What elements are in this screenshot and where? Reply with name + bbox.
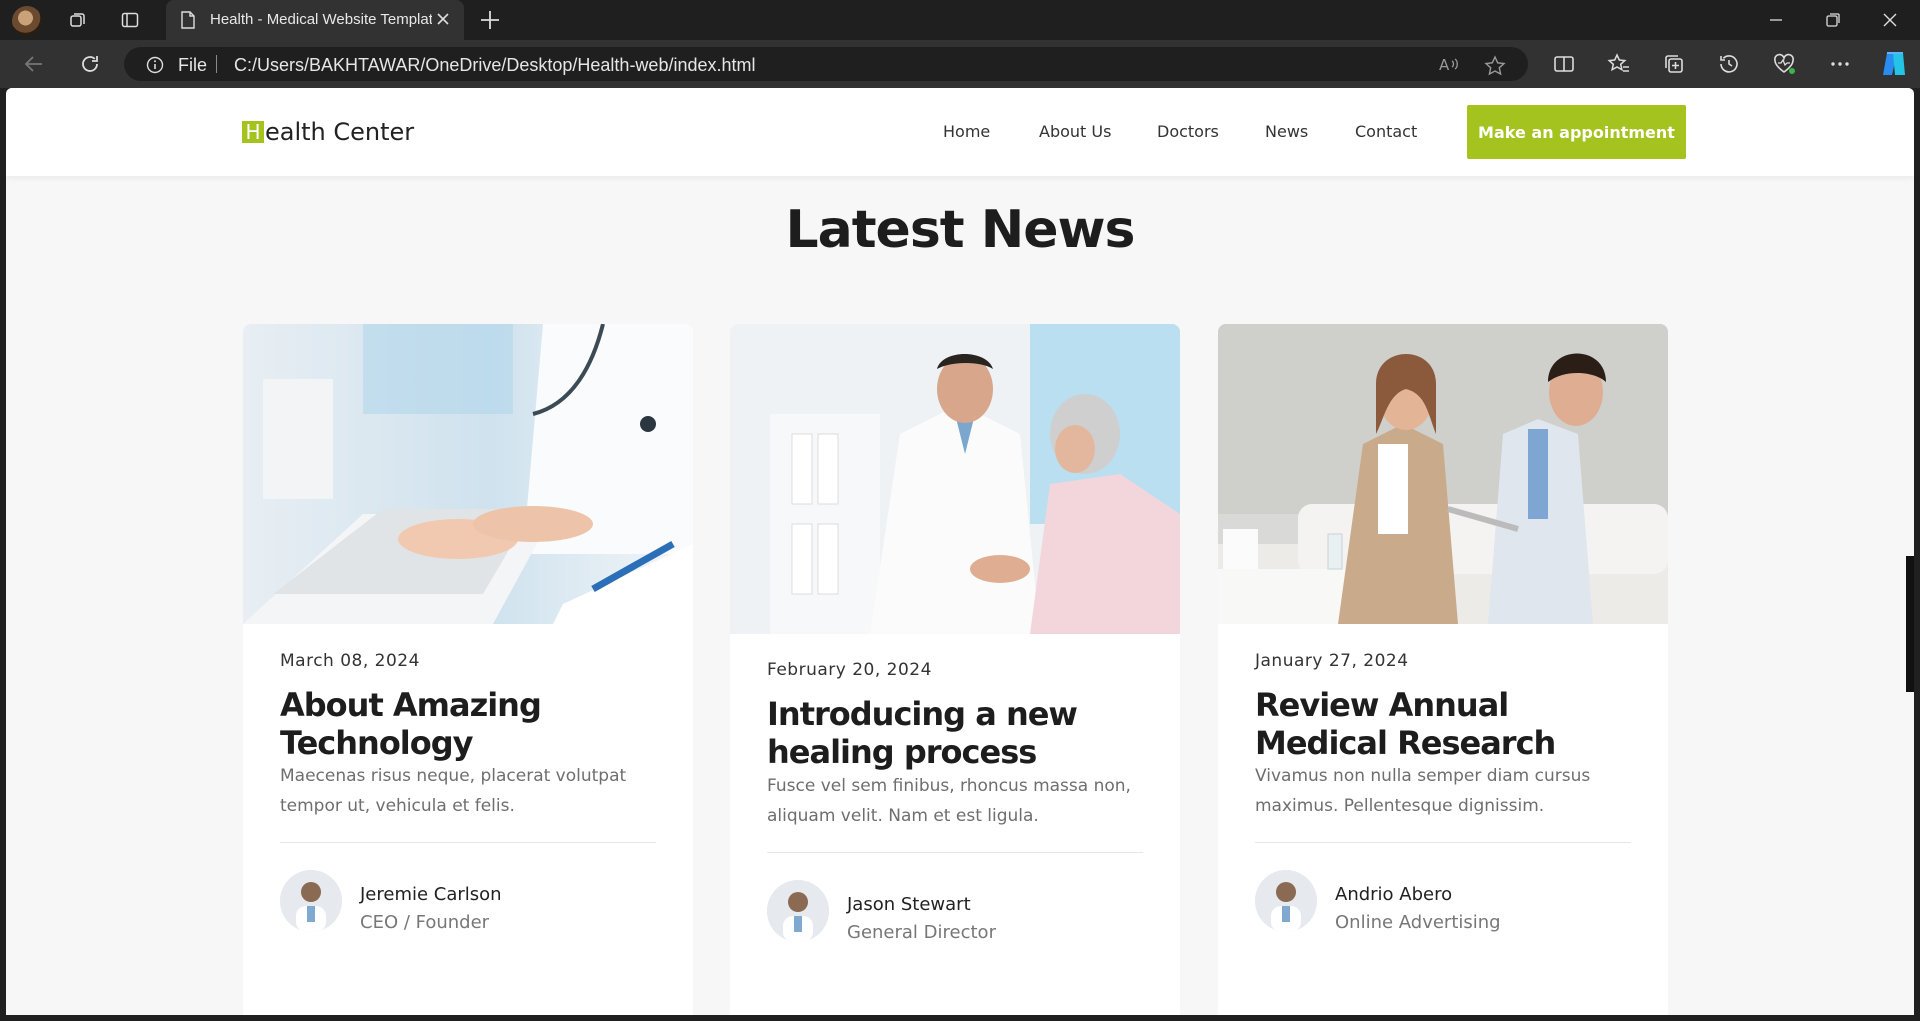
tab-title: Health - Medical Website Template bbox=[210, 11, 432, 28]
nav-home[interactable]: Home bbox=[943, 122, 990, 141]
news-photo-doctor-patient[interactable] bbox=[730, 324, 1180, 634]
page-viewport: Health Center Home About Us Doctors News… bbox=[6, 88, 1914, 1015]
browser-tab-bar: Health - Medical Website Template bbox=[0, 0, 1920, 40]
favorites-icon[interactable] bbox=[1607, 52, 1631, 80]
author-role: General Director bbox=[847, 922, 996, 943]
news-photo-doctor-laptop[interactable] bbox=[243, 324, 693, 624]
history-icon[interactable] bbox=[1717, 52, 1741, 80]
author-avatar bbox=[1255, 870, 1317, 932]
card-divider bbox=[1255, 842, 1631, 843]
logo-mark: H bbox=[242, 121, 264, 143]
site-info-icon[interactable] bbox=[146, 56, 164, 78]
nav-contact[interactable]: Contact bbox=[1355, 122, 1417, 141]
active-tab[interactable]: Health - Medical Website Template bbox=[166, 0, 464, 40]
author-avatar bbox=[280, 870, 342, 932]
news-card[interactable]: February 20, 2024 Introducing a new heal… bbox=[730, 324, 1180, 1015]
split-screen-icon[interactable] bbox=[1552, 52, 1576, 80]
browser-essentials-icon[interactable] bbox=[1772, 52, 1798, 80]
article-excerpt: Vivamus non nulla semper diam cursus max… bbox=[1255, 766, 1591, 816]
news-photo-consultation[interactable] bbox=[1218, 324, 1668, 624]
workspaces-icon[interactable] bbox=[62, 6, 94, 34]
article-title[interactable]: Review Annual Medical Research bbox=[1255, 686, 1645, 762]
author-role: CEO / Founder bbox=[360, 912, 490, 933]
profile-avatar[interactable] bbox=[12, 6, 42, 36]
author-name[interactable]: Andrio Abero bbox=[1335, 884, 1452, 905]
copilot-icon[interactable] bbox=[1879, 50, 1909, 82]
nav-doctors[interactable]: Doctors bbox=[1157, 122, 1219, 141]
restore-icon[interactable] bbox=[1813, 8, 1853, 32]
page-scrollbar-thumb[interactable] bbox=[1906, 556, 1914, 692]
section-title: Latest News bbox=[785, 200, 1135, 260]
author-avatar bbox=[767, 880, 829, 942]
close-tab-icon[interactable] bbox=[434, 10, 452, 32]
news-card[interactable]: March 08, 2024 About Amazing Technology … bbox=[243, 324, 693, 1015]
address-bar[interactable]: File C:/Users/BAKHTAWAR/OneDrive/Desktop… bbox=[124, 47, 1528, 81]
back-arrow-icon[interactable] bbox=[22, 52, 46, 80]
article-excerpt: Maecenas risus neque, placerat volutpat … bbox=[280, 766, 627, 816]
document-icon bbox=[180, 11, 196, 33]
refresh-icon[interactable] bbox=[78, 52, 102, 80]
card-divider bbox=[280, 842, 656, 843]
article-excerpt: Fusce vel sem finibus, rhoncus massa non… bbox=[767, 776, 1131, 826]
card-divider bbox=[767, 852, 1143, 853]
make-appointment-button[interactable]: Make an appointment bbox=[1467, 105, 1686, 159]
article-title[interactable]: Introducing a new healing process bbox=[767, 695, 1157, 771]
favorite-star-icon[interactable] bbox=[1484, 55, 1506, 81]
author-role: Online Advertising bbox=[1335, 912, 1501, 933]
article-date: February 20, 2024 bbox=[767, 660, 932, 680]
nav-news[interactable]: News bbox=[1265, 122, 1308, 141]
read-aloud-icon[interactable]: A bbox=[1438, 55, 1460, 79]
more-options-icon[interactable] bbox=[1828, 52, 1852, 80]
author-name[interactable]: Jason Stewart bbox=[847, 894, 971, 915]
article-date: March 08, 2024 bbox=[280, 651, 420, 671]
new-tab-icon[interactable] bbox=[478, 8, 502, 36]
svg-text:A: A bbox=[1439, 56, 1450, 74]
address-text[interactable]: C:/Users/BAKHTAWAR/OneDrive/Desktop/Heal… bbox=[234, 55, 756, 76]
logo-text: ealth Center bbox=[265, 118, 415, 146]
tab-actions-icon[interactable] bbox=[114, 6, 146, 34]
news-card[interactable]: January 27, 2024 Review Annual Medical R… bbox=[1218, 324, 1668, 1015]
address-divider bbox=[216, 55, 217, 73]
collections-icon[interactable] bbox=[1662, 52, 1686, 80]
address-scheme-label: File bbox=[178, 55, 208, 75]
close-window-icon[interactable] bbox=[1870, 8, 1910, 32]
article-title[interactable]: About Amazing Technology bbox=[280, 686, 670, 762]
author-name[interactable]: Jeremie Carlson bbox=[360, 884, 502, 905]
article-date: January 27, 2024 bbox=[1255, 651, 1409, 671]
nav-about-us[interactable]: About Us bbox=[1039, 122, 1111, 141]
site-header: Health Center Home About Us Doctors News… bbox=[6, 88, 1914, 176]
site-logo[interactable]: Health Center bbox=[242, 118, 414, 146]
address-toolbar: File C:/Users/BAKHTAWAR/OneDrive/Desktop… bbox=[0, 40, 1920, 88]
minimize-icon[interactable] bbox=[1756, 8, 1796, 32]
